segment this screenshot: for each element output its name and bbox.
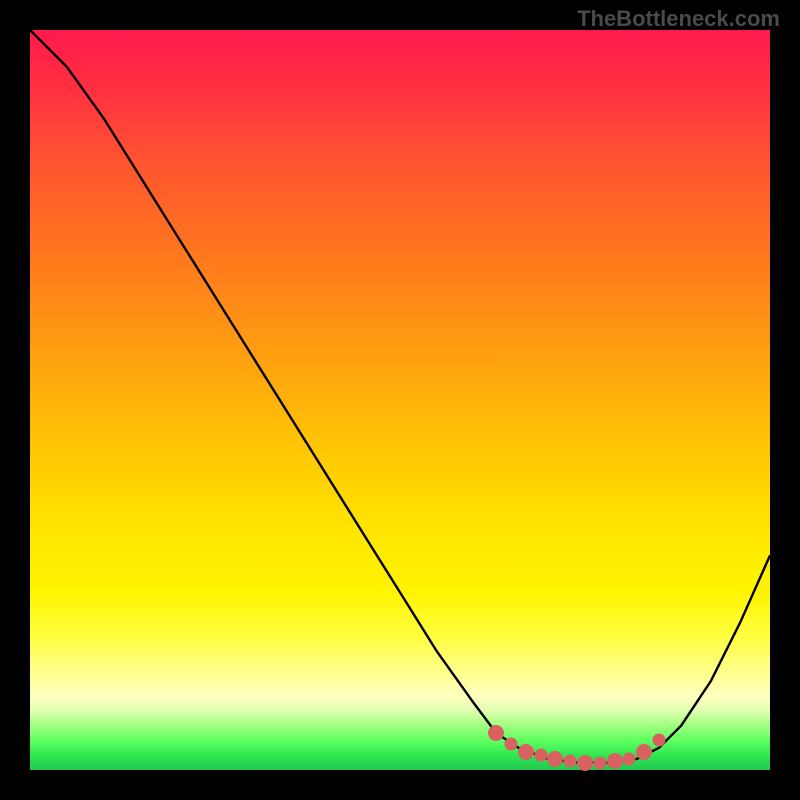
marker-point [534,749,547,762]
marker-point [623,752,636,765]
marker-point [593,756,606,769]
marker-point [607,753,623,769]
chart-plot-area [30,30,770,770]
marker-point [577,755,593,771]
marker-point [636,744,652,760]
bottleneck-curve [30,30,770,770]
marker-point [653,734,666,747]
marker-point [547,751,563,767]
marker-point [564,755,577,768]
marker-point [488,725,504,741]
marker-point [518,744,534,760]
marker-point [505,738,518,751]
watermark-text: TheBottleneck.com [577,6,780,32]
